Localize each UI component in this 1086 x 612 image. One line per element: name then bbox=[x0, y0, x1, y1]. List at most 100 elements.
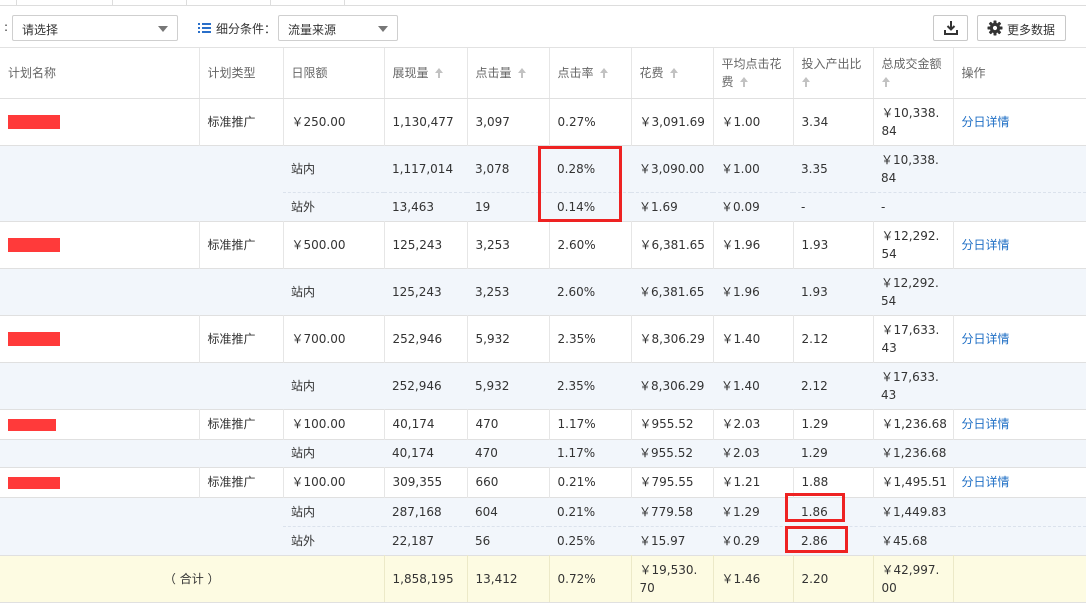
table-cell: ￥1.96 bbox=[713, 267, 793, 315]
table-cell: 3.35 bbox=[793, 144, 873, 192]
table-cell: 0.21% bbox=[549, 496, 631, 526]
table-cell: 660 bbox=[467, 466, 550, 497]
col-cost[interactable]: 花费 bbox=[631, 48, 714, 99]
table-cell: ￥0.29 bbox=[713, 525, 793, 555]
table-cell: 1.17% bbox=[549, 408, 632, 439]
table-row-source: 站内 287,168 604 0.21% ￥779.58 ￥1.29 1.86 … bbox=[0, 496, 1086, 526]
table-cell: ￥1,236.68 bbox=[873, 408, 954, 439]
table-cell: 标准推广 bbox=[199, 314, 284, 362]
table-row-plan: 标准推广 ￥700.00 252,946 5,932 2.35% ￥8,306.… bbox=[0, 314, 1086, 362]
plan-report-table: 计划名称 计划类型 日限额 展现量 点击量 点击率 花费 平均点击花费 投入产出… bbox=[0, 48, 1086, 603]
redaction-block bbox=[8, 332, 60, 346]
more-data-button[interactable]: 更多数据 bbox=[977, 15, 1066, 41]
table-cell: ￥500.00 bbox=[283, 220, 385, 268]
table-cell: ￥955.52 bbox=[631, 438, 713, 467]
table-cell: ￥1.40 bbox=[713, 314, 794, 362]
table-cell: 2.35% bbox=[549, 314, 632, 362]
sort-up-arrow-icon[interactable] bbox=[599, 67, 608, 78]
plan-name-redacted bbox=[0, 466, 200, 497]
table-cell: 站内 bbox=[283, 361, 384, 409]
chevron-down-icon bbox=[378, 26, 388, 32]
table-row-plan: 标准推广 ￥250.00 1,130,477 3,097 0.27% ￥3,09… bbox=[0, 97, 1086, 145]
table-cell: 2.12 bbox=[793, 361, 873, 409]
table-cell: 125,243 bbox=[384, 220, 468, 268]
table-cell: ￥100.00 bbox=[283, 408, 385, 439]
table-cell: 56 bbox=[467, 525, 549, 555]
sort-up-arrow-icon[interactable] bbox=[739, 76, 748, 87]
col-ctr[interactable]: 点击率 bbox=[549, 48, 632, 99]
daily-detail-link[interactable]: 分日详情 bbox=[962, 475, 1010, 489]
table-cell: ￥1.46 bbox=[713, 554, 794, 603]
redaction-block bbox=[8, 238, 60, 252]
bottom-strip bbox=[0, 602, 1086, 612]
col-daily-limit: 日限额 bbox=[283, 48, 385, 99]
sort-up-arrow-icon[interactable] bbox=[434, 67, 443, 78]
segment-select[interactable]: 流量来源 bbox=[278, 15, 398, 41]
table-cell: 站外 bbox=[283, 191, 384, 221]
sort-up-arrow-icon[interactable] bbox=[801, 76, 810, 87]
daily-detail-link[interactable]: 分日详情 bbox=[962, 115, 1010, 129]
sort-up-arrow-icon[interactable] bbox=[669, 67, 678, 78]
daily-detail-link[interactable]: 分日详情 bbox=[962, 332, 1010, 346]
table-cell: ￥10,338.84 bbox=[873, 97, 954, 145]
table-cell: 1.86 bbox=[793, 496, 873, 526]
table-cell: ￥2.03 bbox=[713, 438, 793, 467]
daily-detail-link[interactable]: 分日详情 bbox=[962, 417, 1010, 431]
total-label: （ 合计 ） bbox=[0, 554, 385, 603]
table-cell: - bbox=[873, 191, 953, 221]
plan-name-redacted bbox=[0, 97, 200, 145]
download-button[interactable] bbox=[933, 15, 968, 41]
table-cell: ￥1.29 bbox=[713, 496, 793, 526]
table-cell: ￥3,090.00 bbox=[631, 144, 713, 192]
table-cell: 站外 bbox=[283, 525, 384, 555]
table-cell: ￥700.00 bbox=[283, 314, 385, 362]
table-cell: ￥12,292.54 bbox=[873, 220, 954, 268]
col-avg-cpc[interactable]: 平均点击花费 bbox=[713, 48, 794, 99]
table-row-source: 站内 40,174 470 1.17% ￥955.52 ￥2.03 1.29 ￥… bbox=[0, 438, 1086, 467]
download-icon bbox=[944, 21, 958, 35]
redaction-block bbox=[8, 418, 56, 431]
table-cell: 2.12 bbox=[793, 314, 874, 362]
table-cell: ￥779.58 bbox=[631, 496, 713, 526]
table-row-plan: 标准推广 ￥500.00 125,243 3,253 2.60% ￥6,381.… bbox=[0, 220, 1086, 268]
list-icon bbox=[198, 23, 211, 34]
table-cell: 2.60% bbox=[549, 220, 632, 268]
table-cell: ￥1.96 bbox=[713, 220, 794, 268]
col-roi[interactable]: 投入产出比 bbox=[793, 48, 874, 99]
table-cell: 1.88 bbox=[793, 466, 874, 497]
table-cell: 1.17% bbox=[549, 438, 631, 467]
table-cell: 1.29 bbox=[793, 408, 874, 439]
col-plan-type: 计划类型 bbox=[199, 48, 284, 99]
table-cell: 19 bbox=[467, 191, 549, 221]
table-cell: 3.34 bbox=[793, 97, 874, 145]
table-cell: 2.35% bbox=[549, 361, 631, 409]
table-row-source: 站外 13,463 19 0.14% ￥1.69 ￥0.09 - - bbox=[0, 191, 1086, 221]
table-cell: ￥1.40 bbox=[713, 361, 793, 409]
col-gmv[interactable]: 总成交金额 bbox=[873, 48, 954, 99]
sort-up-arrow-icon[interactable] bbox=[881, 76, 890, 87]
table-cell: ￥45.68 bbox=[873, 525, 953, 555]
table-cell: 1.29 bbox=[793, 438, 873, 467]
col-impressions[interactable]: 展现量 bbox=[384, 48, 468, 99]
table-cell: 2.86 bbox=[793, 525, 873, 555]
table-row-total: （ 合计 ） 1,858,195 13,412 0.72% ￥19,530.70… bbox=[0, 554, 1086, 603]
table-cell: 0.14% bbox=[549, 191, 631, 221]
sort-up-arrow-icon[interactable] bbox=[517, 67, 526, 78]
daily-detail-link[interactable]: 分日详情 bbox=[962, 238, 1010, 252]
table-cell: 252,946 bbox=[384, 361, 467, 409]
col-action: 操作 bbox=[953, 48, 1086, 99]
table-cell: 0.21% bbox=[549, 466, 632, 497]
table-cell: ￥17,633.43 bbox=[873, 314, 954, 362]
gear-icon bbox=[987, 20, 1003, 36]
table-cell: ￥250.00 bbox=[283, 97, 385, 145]
table-cell: 2.60% bbox=[549, 267, 631, 315]
table-cell: 1,130,477 bbox=[384, 97, 468, 145]
table-cell: ￥2.03 bbox=[713, 408, 794, 439]
more-data-label: 更多数据 bbox=[1007, 23, 1056, 37]
col-clicks[interactable]: 点击量 bbox=[467, 48, 550, 99]
table-cell: 0.25% bbox=[549, 525, 631, 555]
plan-select[interactable]: 请选择 bbox=[12, 15, 178, 41]
table-cell: 470 bbox=[467, 408, 550, 439]
table-cell: 0.72% bbox=[549, 554, 632, 603]
table-cell: 1.93 bbox=[793, 267, 873, 315]
